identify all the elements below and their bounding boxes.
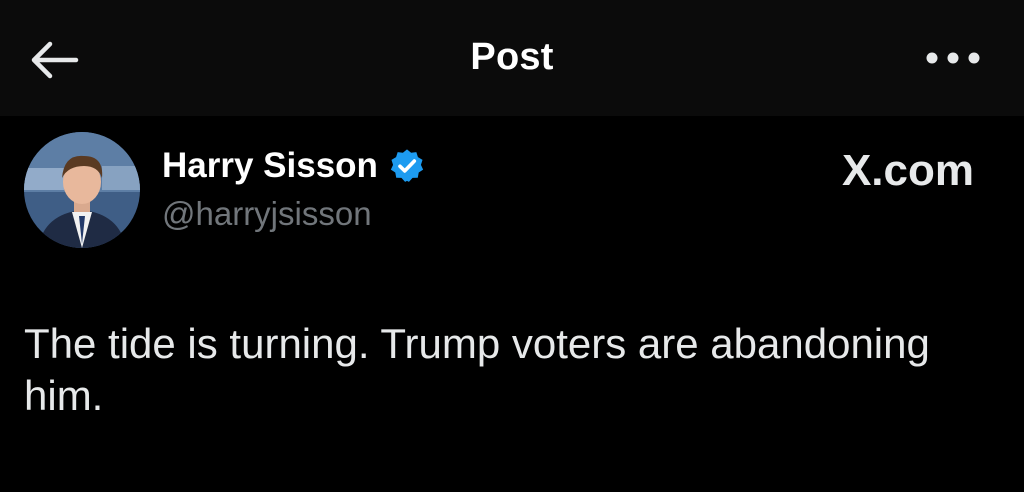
top-bar: Post	[0, 0, 1024, 116]
author-display-name: Harry Sisson	[162, 146, 378, 185]
author-name-row[interactable]: Harry Sisson	[162, 146, 426, 186]
x-com-watermark-text: X.com	[841, 146, 974, 195]
x-com-watermark: X.com	[842, 146, 974, 196]
post-text: The tide is turning. Trump voters are ab…	[24, 320, 930, 419]
author-handle[interactable]: @harryjsisson	[162, 195, 372, 233]
verified-badge-icon	[388, 147, 426, 185]
avatar-photo	[24, 132, 140, 248]
more-options-button[interactable]	[918, 38, 988, 78]
avatar[interactable]	[24, 132, 140, 248]
more-horizontal-icon	[926, 52, 980, 64]
page-title: Post	[470, 36, 554, 78]
